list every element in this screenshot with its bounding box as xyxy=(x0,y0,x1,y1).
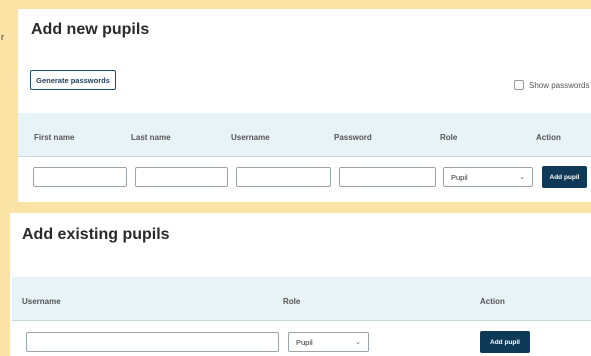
chevron-down-icon: ⌄ xyxy=(355,339,361,346)
column-action: Action xyxy=(536,133,561,142)
first-name-input[interactable] xyxy=(33,167,127,187)
existing-username-input[interactable] xyxy=(26,332,279,352)
add-new-pupils-title: Add new pupils xyxy=(31,21,150,38)
column-role: Role xyxy=(440,133,458,142)
show-passwords-label: Show passwords xyxy=(529,80,590,90)
existing-role-select-value: Pupil xyxy=(296,337,313,347)
new-pupils-table-header: First name Last name Username Password R… xyxy=(18,113,591,157)
add-new-pupils-panel: Add new pupils Generate passwords Show p… xyxy=(18,9,591,202)
column-role: Role xyxy=(283,297,301,306)
column-action: Action xyxy=(480,297,505,306)
chevron-down-icon: ⌄ xyxy=(519,174,525,181)
existing-role-select[interactable]: Pupil ⌄ xyxy=(288,332,369,352)
generate-passwords-button[interactable]: Generate passwords xyxy=(30,70,116,90)
add-pupil-button[interactable]: Add pupil xyxy=(542,166,587,188)
show-passwords-checkbox[interactable] xyxy=(514,80,524,90)
role-select[interactable]: Pupil ⌄ xyxy=(443,167,533,187)
edge-letter: r xyxy=(1,32,4,42)
show-passwords-toggle[interactable]: Show passwords xyxy=(514,80,589,90)
username-input[interactable] xyxy=(236,167,331,187)
password-input[interactable] xyxy=(339,167,436,187)
column-first-name: First name xyxy=(34,133,75,142)
column-username: Username xyxy=(22,297,61,306)
column-username: Username xyxy=(231,133,270,142)
column-password: Password xyxy=(334,133,372,142)
add-existing-pupils-title: Add existing pupils xyxy=(22,226,170,243)
last-name-input[interactable] xyxy=(135,167,228,187)
add-existing-pupil-button[interactable]: Add pupil xyxy=(480,331,530,353)
role-select-value: Pupil xyxy=(451,172,468,182)
existing-pupils-table-header: Username Role Action xyxy=(12,277,591,321)
add-existing-pupils-panel: Add existing pupils Username Role Action… xyxy=(10,213,591,356)
column-last-name: Last name xyxy=(131,133,171,142)
